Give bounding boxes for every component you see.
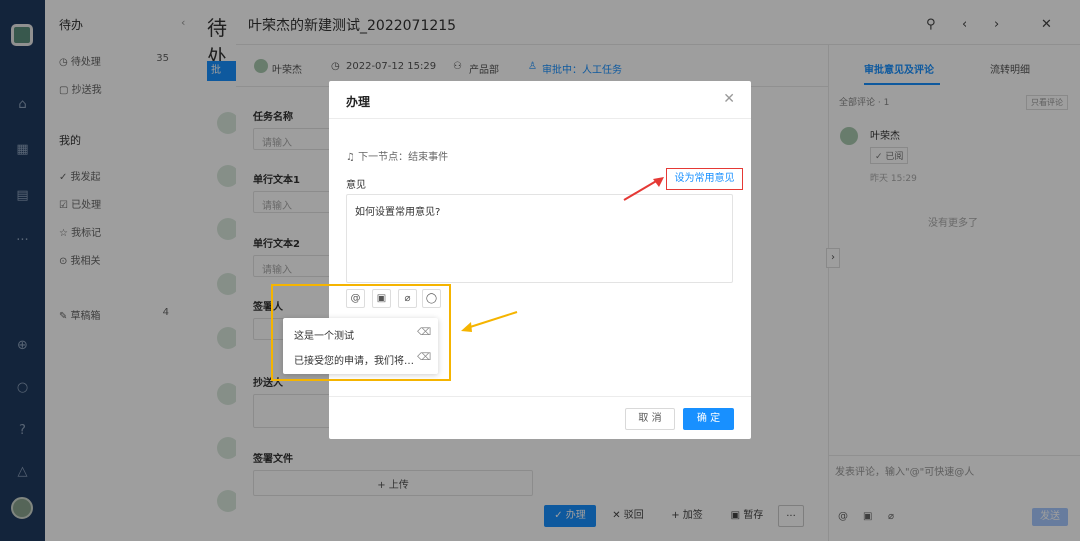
next-node-text: ♫ 下一节点：结束事件: [346, 148, 448, 163]
cancel-button[interactable]: 取 消: [625, 408, 675, 430]
arrow-annotation-yellow: [461, 311, 518, 332]
bell-icon: ♫: [346, 152, 359, 163]
opinion-textarea[interactable]: 如何设置常用意见?: [346, 194, 733, 283]
close-icon[interactable]: ✕: [723, 91, 735, 107]
arrow-annotation-red: [623, 177, 664, 201]
highlight-box: [271, 284, 451, 381]
next-node-label: 下一节点：结束事件: [358, 152, 449, 163]
opinion-label: 意见: [346, 180, 366, 191]
dialog-title: 办理: [346, 95, 371, 109]
handle-dialog: 办理 ✕ ♫ 下一节点：结束事件 意见 设为常用意见 如何设置常用意见? @ ▣…: [329, 81, 751, 439]
set-common-opinion-link[interactable]: 设为常用意见: [666, 168, 743, 190]
divider: [329, 396, 751, 397]
confirm-button[interactable]: 确 定: [683, 408, 734, 430]
divider: [329, 118, 751, 119]
